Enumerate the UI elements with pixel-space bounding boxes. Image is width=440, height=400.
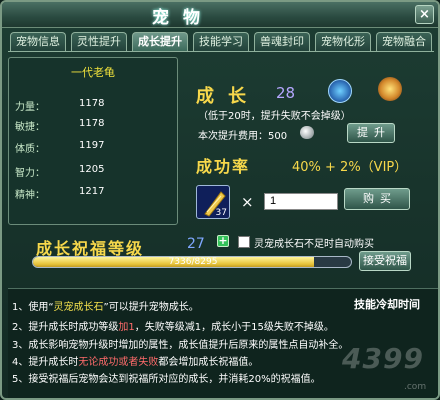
blessing-progress-bar: 7336/8295 — [32, 256, 352, 268]
upgrade-cost: 本次提升费用：500 — [198, 131, 288, 142]
growth-value: 28 — [276, 84, 296, 102]
stat-row-constitution: 体质： 1197 — [15, 140, 175, 155]
pet-stats-panel: 一代老龟 力量： 1178 敏捷： 1178 体质： 1197 智力： 1205… — [8, 57, 178, 225]
title-bar[interactable]: 宠物 × — [2, 2, 438, 28]
tab-divider — [8, 51, 434, 52]
stat-label: 智力： — [15, 168, 45, 179]
note-line-3: 3、成长影响宠物升级时增加的属性，成长值提升后原来的属性点自动补全。 — [12, 340, 349, 351]
upgrade-button[interactable]: 提升 — [347, 123, 395, 143]
pet-name: 一代老龟 — [71, 66, 115, 79]
tab-growth-upgrade[interactable]: 成长提升 — [132, 32, 188, 51]
stat-label: 体质： — [15, 144, 45, 155]
growth-label: 成长 — [196, 86, 260, 107]
blessing-progress-text: 7336/8295 — [168, 257, 218, 267]
tab-skill-learn[interactable]: 技能学习 — [193, 32, 249, 51]
add-blessing-button[interactable]: + — [217, 235, 229, 247]
accept-blessing-button[interactable]: 接受祝福 — [359, 251, 411, 271]
growth-note: （低于20时，提升失败不会掉级） — [198, 111, 351, 122]
pet-window: 宠物 × 宠物信息 灵性提升 成长提升 技能学习 兽魂封印 宠物化形 宠物融合 … — [0, 0, 440, 400]
silver-coin-icon — [300, 126, 314, 139]
stat-label: 精神： — [15, 190, 45, 201]
stat-label: 力量： — [15, 102, 45, 113]
close-button[interactable]: × — [415, 5, 434, 24]
tab-bar: 宠物信息 灵性提升 成长提升 技能学习 兽魂封印 宠物化形 宠物融合 — [8, 32, 436, 52]
growth-panel: 成长 28 （低于20时，提升失败不会掉级） 本次提升费用：500 提升 成功率… — [182, 57, 436, 225]
stat-value: 1197 — [79, 140, 105, 151]
blessing-level-value: 27 — [187, 236, 205, 252]
note-line-1: 1、使用“灵宠成长石”可以提升宠物成长。 — [12, 302, 199, 313]
success-rate-value: 40% + 2%（VIP） — [292, 160, 408, 175]
stat-value: 1217 — [79, 186, 105, 197]
quantity-input[interactable]: 1 — [264, 193, 338, 210]
site-watermark: 4399 — [342, 342, 424, 375]
stat-value: 1178 — [79, 98, 105, 109]
stat-value: 1178 — [79, 118, 105, 129]
tab-spirit-upgrade[interactable]: 灵性提升 — [71, 32, 127, 51]
site-watermark-suffix: .com — [404, 382, 427, 392]
note-line-5: 5、接受祝福后宠物会达到祝福所对应的成长，并消耗20%的祝福值。 — [12, 374, 321, 385]
growth-stone-slot[interactable]: 37 — [196, 185, 230, 219]
note-line-2: 2、提升成长时成功等级加1，失败等级减1，成长小于15级失败不掉级。 — [12, 322, 334, 333]
stat-label: 敏捷： — [15, 122, 45, 133]
tab-pet-info[interactable]: 宠物信息 — [10, 32, 66, 51]
stat-row-spirit: 精神： 1217 — [15, 186, 175, 201]
window-title: 宠物 — [152, 8, 214, 28]
auto-buy-label: 灵宠成长石不足时自动购买 — [254, 239, 374, 250]
multiply-sign: × — [241, 193, 254, 211]
stat-row-intellect: 智力： 1205 — [15, 164, 175, 179]
buy-button[interactable]: 购买 — [344, 188, 410, 210]
tab-pet-fusion[interactable]: 宠物融合 — [376, 32, 432, 51]
stat-row-strength: 力量： 1178 — [15, 98, 175, 113]
stat-row-agility: 敏捷： 1178 — [15, 118, 175, 133]
stat-value: 1205 — [79, 164, 105, 175]
tab-beast-seal[interactable]: 兽魂封印 — [254, 32, 310, 51]
growth-emblem-icon — [328, 79, 352, 103]
note-line-4: 4、提升成长时无论成功或者失败都会增加成长祝福值。 — [12, 357, 259, 368]
ornament-icon — [378, 77, 402, 101]
stone-count: 37 — [215, 208, 227, 218]
tab-pet-transform[interactable]: 宠物化形 — [315, 32, 371, 51]
success-rate-label: 成功率 — [196, 157, 251, 176]
auto-buy-checkbox[interactable] — [238, 236, 250, 248]
skill-cooldown-label: 技能冷却时间 — [354, 298, 420, 311]
